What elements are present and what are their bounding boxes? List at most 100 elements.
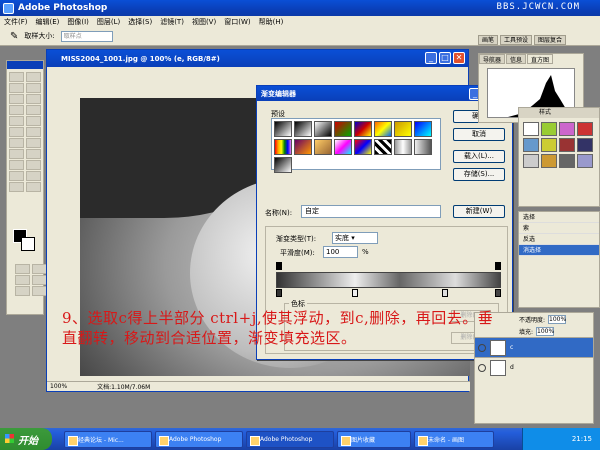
history-item[interactable]: 消选择: [519, 245, 599, 256]
marquee-tool-icon[interactable]: [9, 72, 24, 82]
style-swatch[interactable]: [523, 122, 539, 136]
color-stop[interactable]: [495, 289, 501, 297]
color-stop[interactable]: [352, 289, 358, 297]
dodge-tool-icon[interactable]: [26, 138, 41, 148]
shape-tool-icon[interactable]: [26, 160, 41, 170]
eraser-tool-icon[interactable]: [9, 127, 24, 137]
style-swatch[interactable]: [541, 122, 557, 136]
taskbar-item[interactable]: 经典论坛 - Mic...: [64, 430, 152, 448]
start-button[interactable]: 开始: [0, 428, 52, 450]
opacity-stop[interactable]: [495, 262, 501, 270]
tab-info[interactable]: 信息: [506, 54, 527, 64]
healing-brush-icon[interactable]: [9, 105, 24, 115]
style-swatch[interactable]: [559, 154, 575, 168]
lasso-tool-icon[interactable]: [9, 83, 24, 93]
zoom-tool-icon[interactable]: [26, 182, 41, 192]
gradient-bar[interactable]: [276, 272, 501, 288]
history-brush-icon[interactable]: [26, 116, 41, 126]
history-item[interactable]: 选择: [519, 212, 599, 223]
tab-brushes[interactable]: 画笔: [478, 35, 499, 45]
preset-swatch[interactable]: [414, 139, 432, 155]
preset-swatch[interactable]: [394, 121, 412, 137]
menu-image[interactable]: 图像(I): [67, 17, 89, 27]
gradient-type-select[interactable]: 实底 ▾: [332, 232, 378, 244]
preset-swatch[interactable]: [274, 121, 292, 137]
maximize-icon[interactable]: □: [439, 52, 451, 64]
load-button[interactable]: 载入(L)...: [453, 150, 505, 163]
style-swatch[interactable]: [577, 138, 593, 152]
menu-file[interactable]: 文件(F): [4, 17, 28, 27]
opacity-stop[interactable]: [276, 262, 282, 270]
preset-swatch[interactable]: [334, 139, 352, 155]
preset-swatch[interactable]: [394, 139, 412, 155]
preset-swatch[interactable]: [354, 139, 372, 155]
style-swatch[interactable]: [559, 122, 575, 136]
menu-help[interactable]: 帮助(H): [259, 17, 284, 27]
fullscreen-mode-icon[interactable]: [32, 275, 47, 285]
layer-row[interactable]: d: [475, 357, 593, 377]
smoothness-input[interactable]: 100: [323, 246, 358, 258]
history-item[interactable]: 反选: [519, 234, 599, 245]
preset-swatch[interactable]: [314, 139, 332, 155]
close-icon[interactable]: ✕: [453, 52, 465, 64]
preset-swatch[interactable]: [314, 121, 332, 137]
taskbar-item[interactable]: Adobe Photoshop: [155, 430, 243, 448]
standard-mode-icon[interactable]: [15, 264, 30, 274]
path-select-icon[interactable]: [9, 149, 24, 159]
menu-edit[interactable]: 编辑(E): [36, 17, 60, 27]
background-color-swatch[interactable]: [21, 237, 35, 251]
menu-layer[interactable]: 图层(L): [97, 17, 120, 27]
opacity-input[interactable]: 100%: [548, 314, 566, 324]
notes-tool-icon[interactable]: [9, 171, 24, 181]
preset-swatch[interactable]: [334, 121, 352, 137]
fill-input[interactable]: 100%: [536, 326, 554, 336]
eyedropper-icon[interactable]: ✎: [10, 31, 18, 42]
style-swatch[interactable]: [577, 154, 593, 168]
menu-filter[interactable]: 滤镜(T): [160, 17, 184, 27]
pen-tool-icon[interactable]: [9, 160, 24, 170]
style-swatch[interactable]: [523, 138, 539, 152]
preset-swatch[interactable]: [374, 121, 392, 137]
stamp-tool-icon[interactable]: [9, 116, 24, 126]
name-field[interactable]: 自定: [301, 205, 441, 218]
preset-swatch[interactable]: [414, 121, 432, 137]
history-item[interactable]: 索: [519, 223, 599, 234]
taskbar-item[interactable]: Adobe Photoshop: [246, 430, 334, 448]
preset-swatch[interactable]: [274, 157, 292, 173]
gradient-tool-icon[interactable]: [26, 127, 41, 137]
preset-swatch[interactable]: [294, 139, 312, 155]
minimize-icon[interactable]: _: [425, 52, 437, 64]
preset-swatch[interactable]: [354, 121, 372, 137]
sample-size-select[interactable]: 取样点: [60, 30, 113, 42]
tab-layer-comps[interactable]: 图层复合: [534, 35, 567, 45]
brush-tool-icon[interactable]: [26, 105, 41, 115]
tab-histogram[interactable]: 直方图: [527, 54, 554, 64]
style-swatch[interactable]: [541, 154, 557, 168]
toolbox-header[interactable]: [7, 61, 43, 69]
clock[interactable]: 21:15: [572, 435, 592, 443]
style-swatch[interactable]: [577, 122, 593, 136]
preset-swatch[interactable]: [294, 121, 312, 137]
menu-window[interactable]: 窗口(W): [224, 17, 250, 27]
screen-mode-icon[interactable]: [15, 275, 30, 285]
eyedropper-tool-icon[interactable]: [26, 171, 41, 181]
menu-view[interactable]: 视图(V): [192, 17, 216, 27]
tab-tool-presets[interactable]: 工具预设: [500, 35, 533, 45]
preset-swatch[interactable]: [374, 139, 392, 155]
color-stop[interactable]: [442, 289, 448, 297]
jump-icon[interactable]: [32, 286, 47, 296]
style-swatch[interactable]: [541, 138, 557, 152]
eye-icon[interactable]: [478, 363, 486, 372]
style-swatch[interactable]: [559, 138, 575, 152]
tab-navigator[interactable]: 导航器: [479, 54, 506, 64]
style-swatch[interactable]: [523, 154, 539, 168]
hand-tool-icon[interactable]: [9, 182, 24, 192]
taskbar-item[interactable]: 图片收藏: [337, 430, 411, 448]
preset-swatch[interactable]: [274, 139, 292, 155]
zoom-level[interactable]: 100%: [50, 383, 67, 390]
move-tool-icon[interactable]: [26, 72, 41, 82]
type-tool-icon[interactable]: [26, 149, 41, 159]
new-button[interactable]: 新建(W): [453, 205, 505, 218]
quick-mask-icon[interactable]: [32, 264, 47, 274]
menu-select[interactable]: 选择(S): [128, 17, 152, 27]
